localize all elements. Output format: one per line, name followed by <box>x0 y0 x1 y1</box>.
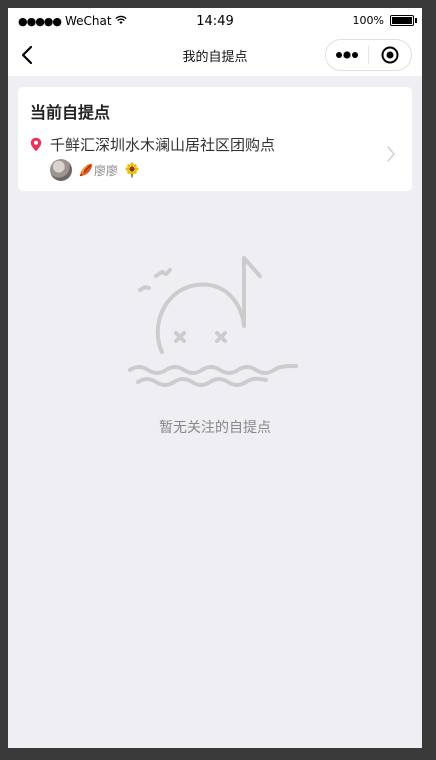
close-circle-icon <box>381 46 399 64</box>
mini-program-capsule <box>325 39 412 71</box>
empty-state-illustration <box>128 256 298 387</box>
more-dots-icon <box>336 51 358 59</box>
chevron-right-icon <box>387 146 395 162</box>
pickup-point-row[interactable]: 千鲜汇深圳水木澜山居社区团购点 廖廖 <box>30 133 402 185</box>
more-button[interactable] <box>326 40 368 70</box>
phone-screen: ●●●●● WeChat 14:49 100% 我的自提点 当前自提点 千鲜汇深… <box>8 8 422 748</box>
battery-percent: 100% <box>352 14 384 27</box>
avatar <box>50 159 72 181</box>
battery-icon <box>390 15 417 26</box>
empty-state-message: 暂无关注的自提点 <box>159 420 271 436</box>
leaf-emoji-icon <box>79 164 92 177</box>
nav-bar: 我的自提点 <box>8 34 422 76</box>
close-button[interactable] <box>369 40 411 70</box>
group-leader: 廖廖 <box>50 159 140 181</box>
current-pickup-card: 当前自提点 千鲜汇深圳水木澜山居社区团购点 廖廖 <box>18 87 412 191</box>
status-right: 100% <box>352 14 417 27</box>
sunflower-emoji-icon <box>125 162 139 178</box>
pickup-point-name: 千鲜汇深圳水木澜山居社区团购点 <box>50 136 276 154</box>
location-pin-icon <box>30 137 42 152</box>
status-bar: ●●●●● WeChat 14:49 100% <box>8 8 422 34</box>
section-title: 当前自提点 <box>30 103 111 122</box>
leader-name: 廖廖 <box>94 163 119 178</box>
